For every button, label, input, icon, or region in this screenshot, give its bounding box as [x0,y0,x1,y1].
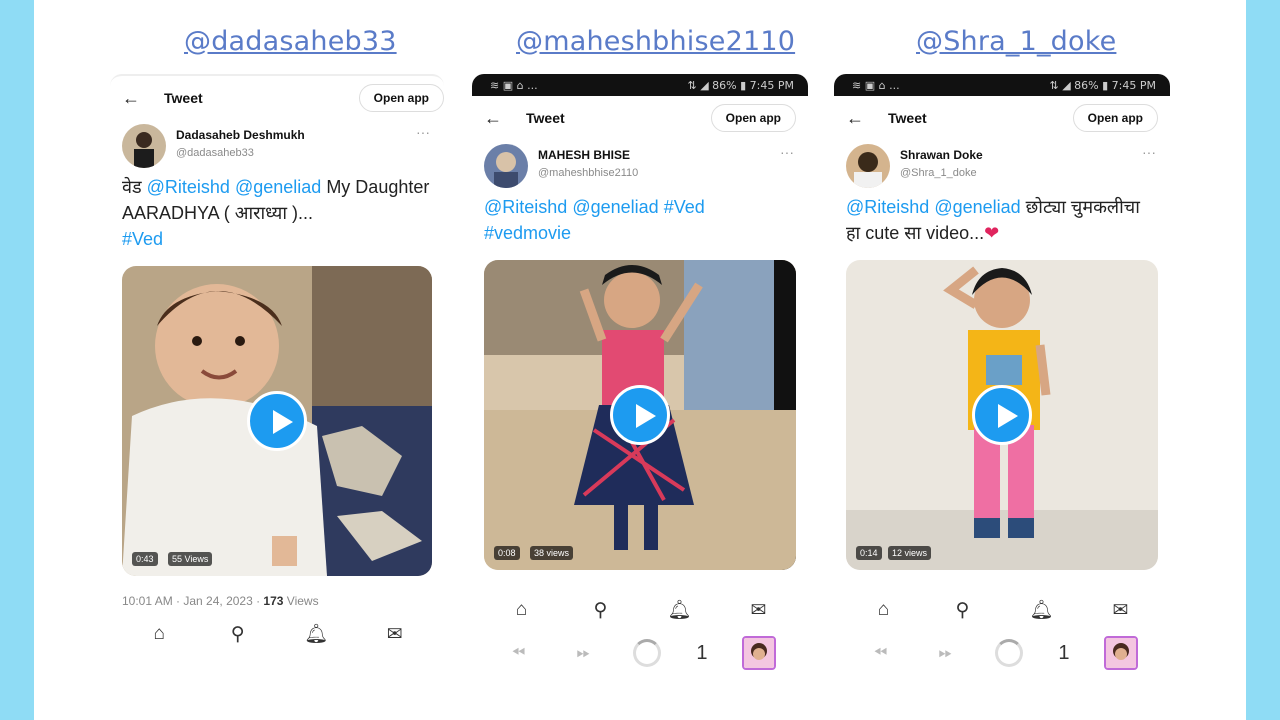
browser-toolbar: ⏪︎ ⏩︎ 1 [472,630,808,676]
username: @Shra_1_doke [900,167,977,179]
back-arrow-icon[interactable]: ← [484,108,512,129]
tweet-meta: 10:01 AM · Jan 24, 2023 · 173 Views [110,576,444,608]
video-views: 38 views [530,546,574,560]
tweet-title: Tweet [164,90,203,106]
back-arrow-icon[interactable]: ← [122,88,150,109]
open-app-button[interactable]: Open app [710,104,796,132]
status-left: ≋ ▣ ⌂ ... [852,78,900,92]
loading-spinner-icon [633,639,662,667]
rewind-icon[interactable]: ⏪︎ [503,643,533,663]
status-left: ≋ ▣ ⌂ ... [490,78,538,92]
home-icon[interactable]: ⌂ [507,599,537,621]
tweet-screen-1: ← Tweet Open app Dadasaheb Deshmukh @dad… [110,74,444,682]
tweet-author[interactable]: Dadasaheb Deshmukh @dadasaheb33 ··· [110,120,444,172]
video-thumbnail[interactable]: 0:14 12 views [846,260,1158,570]
tweet-text: वेड @Riteishd @geneliad My Daughter AARA… [110,172,444,254]
browser-toolbar: ⏪︎ ⏩︎ 1 [834,630,1170,676]
tweet-screen-3: ≋ ▣ ⌂ ... ⇅ ◢ 86% ▮ 7:45 PM ← Tweet Open… [834,74,1170,694]
hashtag-link[interactable]: #Ved [664,197,705,217]
tweet-header: ← Tweet Open app [472,96,808,140]
tweet-text: @Riteishd @geneliad छोट्या चुमकलीचा हा c… [834,192,1170,248]
bottom-nav: ⌂ ⚲ 🔔︎ ✉ [472,590,808,630]
tweet-screen-2: ≋ ▣ ⌂ ... ⇅ ◢ 86% ▮ 7:45 PM ← Tweet Open… [472,74,808,694]
mention-link[interactable]: @Riteishd [147,177,230,197]
forward-icon[interactable]: ⏩︎ [930,643,960,663]
username: @dadasaheb33 [176,147,254,159]
status-bar: ≋ ▣ ⌂ ... ⇅ ◢ 86% ▮ 7:45 PM [834,74,1170,96]
home-icon[interactable]: ⌂ [869,599,899,621]
display-name: Shrawan Doke [900,148,983,162]
mail-icon[interactable]: ✉ [1106,599,1136,622]
bell-icon[interactable]: 🔔︎ [665,598,695,622]
hashtag-link[interactable]: #Ved [122,229,163,249]
bell-icon[interactable]: 🔔︎ [1027,598,1057,622]
handle-link-2[interactable]: @maheshbhise2110 [516,26,795,57]
play-button-icon[interactable] [972,385,1032,445]
display-name: MAHESH BHISE [538,148,631,162]
open-app-button[interactable]: Open app [358,84,444,112]
status-right: ⇅ ◢ 86% ▮ 7:45 PM [687,78,795,92]
more-options-icon[interactable]: ··· [416,124,430,140]
handle-link-1[interactable]: @dadasaheb33 [184,26,397,57]
play-button-icon[interactable] [610,385,670,445]
heart-emoji: ❤ [984,223,1000,243]
open-app-button[interactable]: Open app [1072,104,1158,132]
more-options-icon[interactable]: ··· [780,144,794,160]
tweet-header: ← Tweet Open app [834,96,1170,140]
collage-canvas: @dadasaheb33 @maheshbhise2110 @Shra_1_do… [34,0,1246,720]
video-duration: 0:14 [856,546,882,560]
video-thumbnail[interactable]: 0:43 55 Views [122,266,432,576]
username: @maheshbhise2110 [538,167,639,179]
tab-count[interactable]: 1 [696,642,707,665]
status-right: ⇅ ◢ 86% ▮ 7:45 PM [1049,78,1157,92]
search-icon[interactable]: ⚲ [948,599,978,622]
search-icon[interactable]: ⚲ [223,623,253,646]
mention-link[interactable]: @Riteishd [846,197,929,217]
search-icon[interactable]: ⚲ [586,599,616,622]
back-arrow-icon[interactable]: ← [846,108,874,129]
views-label: Views [283,594,319,608]
loading-spinner-icon [995,639,1024,667]
video-thumbnail[interactable]: 0:08 38 views [484,260,796,570]
avatar[interactable] [484,144,528,188]
hashtag-link[interactable]: #vedmovie [484,223,571,243]
tweet-author[interactable]: MAHESH BHISE @maheshbhise2110 ··· [472,140,808,192]
tweet-author[interactable]: Shrawan Doke @Shra_1_doke ··· [834,140,1170,192]
rewind-icon[interactable]: ⏪︎ [865,643,895,663]
avatar[interactable] [122,124,166,168]
profile-avatar[interactable] [1104,636,1139,670]
mail-icon[interactable]: ✉ [380,623,410,646]
status-bar: ≋ ▣ ⌂ ... ⇅ ◢ 86% ▮ 7:45 PM [472,74,808,96]
handle-link-3[interactable]: @Shra_1_doke [916,26,1116,57]
tweet-title: Tweet [526,110,565,126]
tweet-header: ← Tweet Open app [110,76,444,120]
tweet-text-prefix: वेड [122,177,147,197]
forward-icon[interactable]: ⏩︎ [568,643,598,663]
display-name: Dadasaheb Deshmukh [176,128,305,142]
video-duration: 0:08 [494,546,520,560]
video-views: 55 Views [168,552,213,566]
profile-avatar[interactable] [742,636,777,670]
mention-link[interactable]: @Riteishd [484,197,567,217]
play-button-icon[interactable] [247,391,307,451]
tab-count[interactable]: 1 [1058,642,1069,665]
video-duration: 0:43 [132,552,158,566]
views-count: 173 [263,594,284,608]
home-icon[interactable]: ⌂ [144,623,174,645]
bell-icon[interactable]: 🔔︎ [301,622,331,646]
mention-link[interactable]: @geneliad [235,177,321,197]
mention-link[interactable]: @geneliad [572,197,658,217]
avatar[interactable] [846,144,890,188]
mention-link[interactable]: @geneliad [934,197,1020,217]
tweet-timestamp: 10:01 AM · Jan 24, 2023 · [122,594,264,608]
bottom-nav: ⌂ ⚲ 🔔︎ ✉ [834,590,1170,630]
tweet-text: @Riteishd @geneliad #Ved #vedmovie [472,192,808,248]
more-options-icon[interactable]: ··· [1142,144,1156,160]
mail-icon[interactable]: ✉ [744,599,774,622]
bottom-nav: ⌂ ⚲ 🔔︎ ✉ [110,614,444,654]
video-views: 12 views [888,546,932,560]
tweet-title: Tweet [888,110,927,126]
